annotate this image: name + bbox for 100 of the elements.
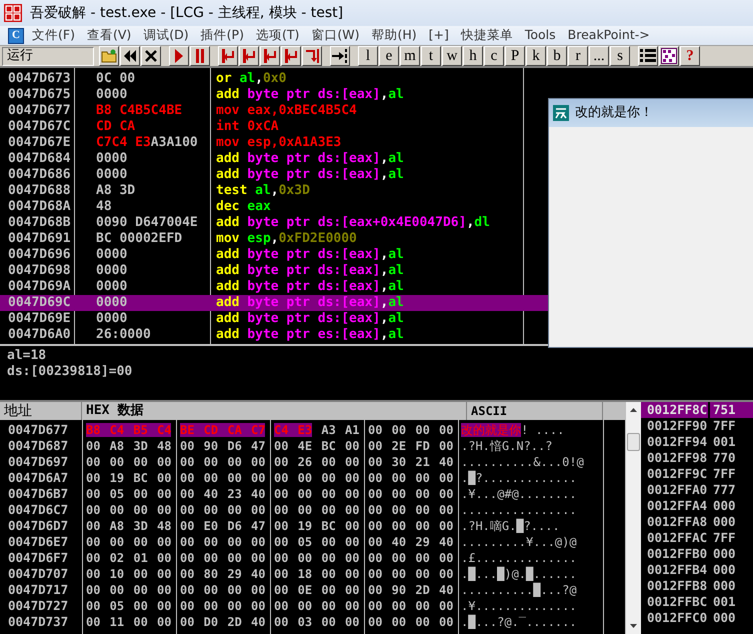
toolbar-button[interactable]: ... [589, 46, 609, 66]
app-menu-button[interactable]: C [8, 28, 24, 44]
hex-bytes-cell-text: 00 E0 D6 47 [179, 518, 266, 535]
disassembly-row[interactable]: 0047D673 0C 00 or al,0x0 [0, 71, 753, 87]
stack-row[interactable]: 0012FF94 001 [641, 434, 753, 450]
app-icon [553, 105, 569, 121]
toolbar-button[interactable] [659, 46, 679, 66]
stack-row[interactable]: 0012FFB8 000 [641, 578, 753, 594]
menu-item[interactable]: 帮助(H) [371, 29, 417, 42]
toolbar-button[interactable]: e [379, 46, 399, 66]
hex-bytes-cell-text: 00 00 00 00 [179, 598, 266, 615]
hex-cell-text: A8 3D [95, 182, 136, 200]
toolbar-button[interactable]: P [505, 46, 525, 66]
toolbar-button[interactable] [330, 46, 350, 66]
toolbar-button[interactable] [302, 46, 322, 66]
stack-value-cell-text: 777 [712, 482, 737, 498]
address-cell-text: 0047D688 [7, 182, 72, 200]
stack-row[interactable]: 0012FFA0 777 [641, 482, 753, 498]
toolbar-button[interactable]: k [526, 46, 546, 66]
menu-item[interactable]: 调试(D) [143, 29, 189, 42]
stack-row[interactable]: 0012FF9C 7FF [641, 466, 753, 482]
menu-item[interactable]: 快捷菜单 [460, 29, 513, 42]
address-cell-text: 0047D69C [7, 294, 72, 312]
hex-bytes-cell-text: 00 40 29 40 [367, 534, 454, 551]
hex-bytes-cell-text: 00 80 29 40 [179, 566, 266, 583]
app-logo-icon [4, 4, 22, 22]
stack-row[interactable]: 0012FF90 7FF [641, 418, 753, 434]
stack-row[interactable]: 0012FFAC 7FF [641, 530, 753, 546]
toolbar-button[interactable] [638, 46, 658, 66]
help-button[interactable]: ? [680, 46, 700, 66]
toolbar-button[interactable]: w [442, 46, 462, 66]
toolbar-button[interactable] [260, 46, 280, 66]
menu-item[interactable]: Tools [524, 29, 556, 42]
toolbar-button[interactable] [169, 46, 189, 66]
hex-bytes-cell-text: 00 90 2D 40 [367, 582, 454, 599]
column-header[interactable]: ASCII [467, 402, 603, 420]
toolbar-button[interactable]: b [547, 46, 567, 66]
ascii-cell-text: .█...█)@.█...... [460, 566, 578, 582]
address-cell-text: 0047D691 [7, 230, 72, 248]
stack-row[interactable]: 0012FFA8 000 [641, 514, 753, 530]
stack-row[interactable]: 0012FFA4 000 [641, 498, 753, 514]
ascii-cell-text: .¥.............. [460, 598, 578, 614]
stack-value-cell-text: 000 [712, 578, 737, 594]
stack-address-cell-text: 0012FFB8 [646, 578, 708, 594]
toolbar-button[interactable] [281, 46, 301, 66]
step-arrow-icon [221, 48, 235, 64]
hex-bytes-cell-text: 00 19 BC 00 [273, 518, 360, 535]
toolbar-button[interactable] [141, 46, 161, 66]
disassembly-row[interactable]: 0047D69C 0000 add byte ptr ds:[eax],al [0, 295, 548, 311]
menu-item[interactable]: 窗口(W) [311, 29, 360, 42]
toolbar-button[interactable]: m [400, 46, 420, 66]
address-cell-text: 0047D67E [7, 134, 72, 152]
toolbar-button[interactable] [218, 46, 238, 66]
ascii-cell-text: .¥...@#@........ [460, 486, 578, 503]
menu-item[interactable]: [+] [428, 29, 449, 42]
menu-item[interactable]: 文件(F) [32, 29, 75, 42]
instruction-cell-text: mov eax,0xBEC4B5C4 [215, 102, 357, 119]
toolbar-button[interactable] [99, 46, 119, 66]
toolbar-button[interactable] [120, 46, 140, 66]
hex-bytes-cell-text: 00 00 00 00 [179, 470, 266, 487]
toolbar-button[interactable]: s [610, 46, 630, 66]
address-cell-text: 0047D686 [7, 166, 72, 184]
menu-item[interactable]: 查看(V) [86, 29, 132, 42]
stack-row[interactable]: 0012FFB0 000 [641, 546, 753, 562]
stack-value-cell-text: 001 [712, 594, 737, 610]
stack-row[interactable]: 0012FFC0 000 [641, 610, 753, 626]
scroll-thumb[interactable] [627, 433, 640, 451]
hex-bytes-cell-text: BE CD CA C7 [179, 422, 266, 439]
address-cell-text: 0047D69E [7, 310, 72, 328]
stack-row[interactable]: 0012FFBC 001 [641, 594, 753, 610]
stack-address-cell-text: 0012FFA4 [646, 498, 708, 514]
hex-bytes-cell-text: 00 00 00 00 [85, 582, 172, 599]
address-cell-text: 0047D698 [7, 262, 72, 280]
column-header[interactable]: 地址 [0, 402, 82, 420]
step-arrow-icon [263, 48, 277, 64]
hex-bytes-cell-text: 00 00 00 00 [367, 598, 454, 615]
stack-row[interactable]: 0012FFB4 000 [641, 562, 753, 578]
disassembly-row[interactable]: 0047D675 0000 add byte ptr ds:[eax],al [0, 87, 753, 103]
toolbar-button[interactable]: c [484, 46, 504, 66]
hex-bytes-cell-text: 00 00 00 00 [85, 454, 172, 471]
toolbar-button[interactable]: h [463, 46, 483, 66]
hex-bytes-cell-text: 00 4E BC 00 [273, 438, 360, 455]
hex-bytes-cell-text: 00 00 00 00 [273, 486, 360, 503]
scrollbar[interactable] [625, 402, 641, 634]
toolbar-button[interactable]: r [568, 46, 588, 66]
stack-value-cell-text: 000 [712, 514, 737, 530]
toolbar-button[interactable]: t [421, 46, 441, 66]
toolbar-button[interactable] [190, 46, 210, 66]
menu-item[interactable]: 插件(P) [200, 29, 244, 42]
toolbar-button[interactable] [239, 46, 259, 66]
toolbar-button[interactable]: l [358, 46, 378, 66]
instruction-cell-text: add byte ptr ds:[eax],al [215, 262, 404, 280]
hex-bytes-cell-text: 00 00 00 00 [367, 422, 454, 439]
hex-bytes-cell-text: 00 05 00 00 [273, 534, 360, 551]
menu-item[interactable]: BreakPoint-> [568, 29, 650, 42]
menu-item[interactable]: 选项(T) [256, 29, 300, 42]
stack-row[interactable]: 0012FF8C 751 [641, 402, 753, 418]
address-cell-text: 0047D6A7 [7, 468, 70, 487]
hex-bytes-cell-text: 00 00 00 00 [179, 454, 266, 471]
stack-row[interactable]: 0012FF98 770 [641, 450, 753, 466]
